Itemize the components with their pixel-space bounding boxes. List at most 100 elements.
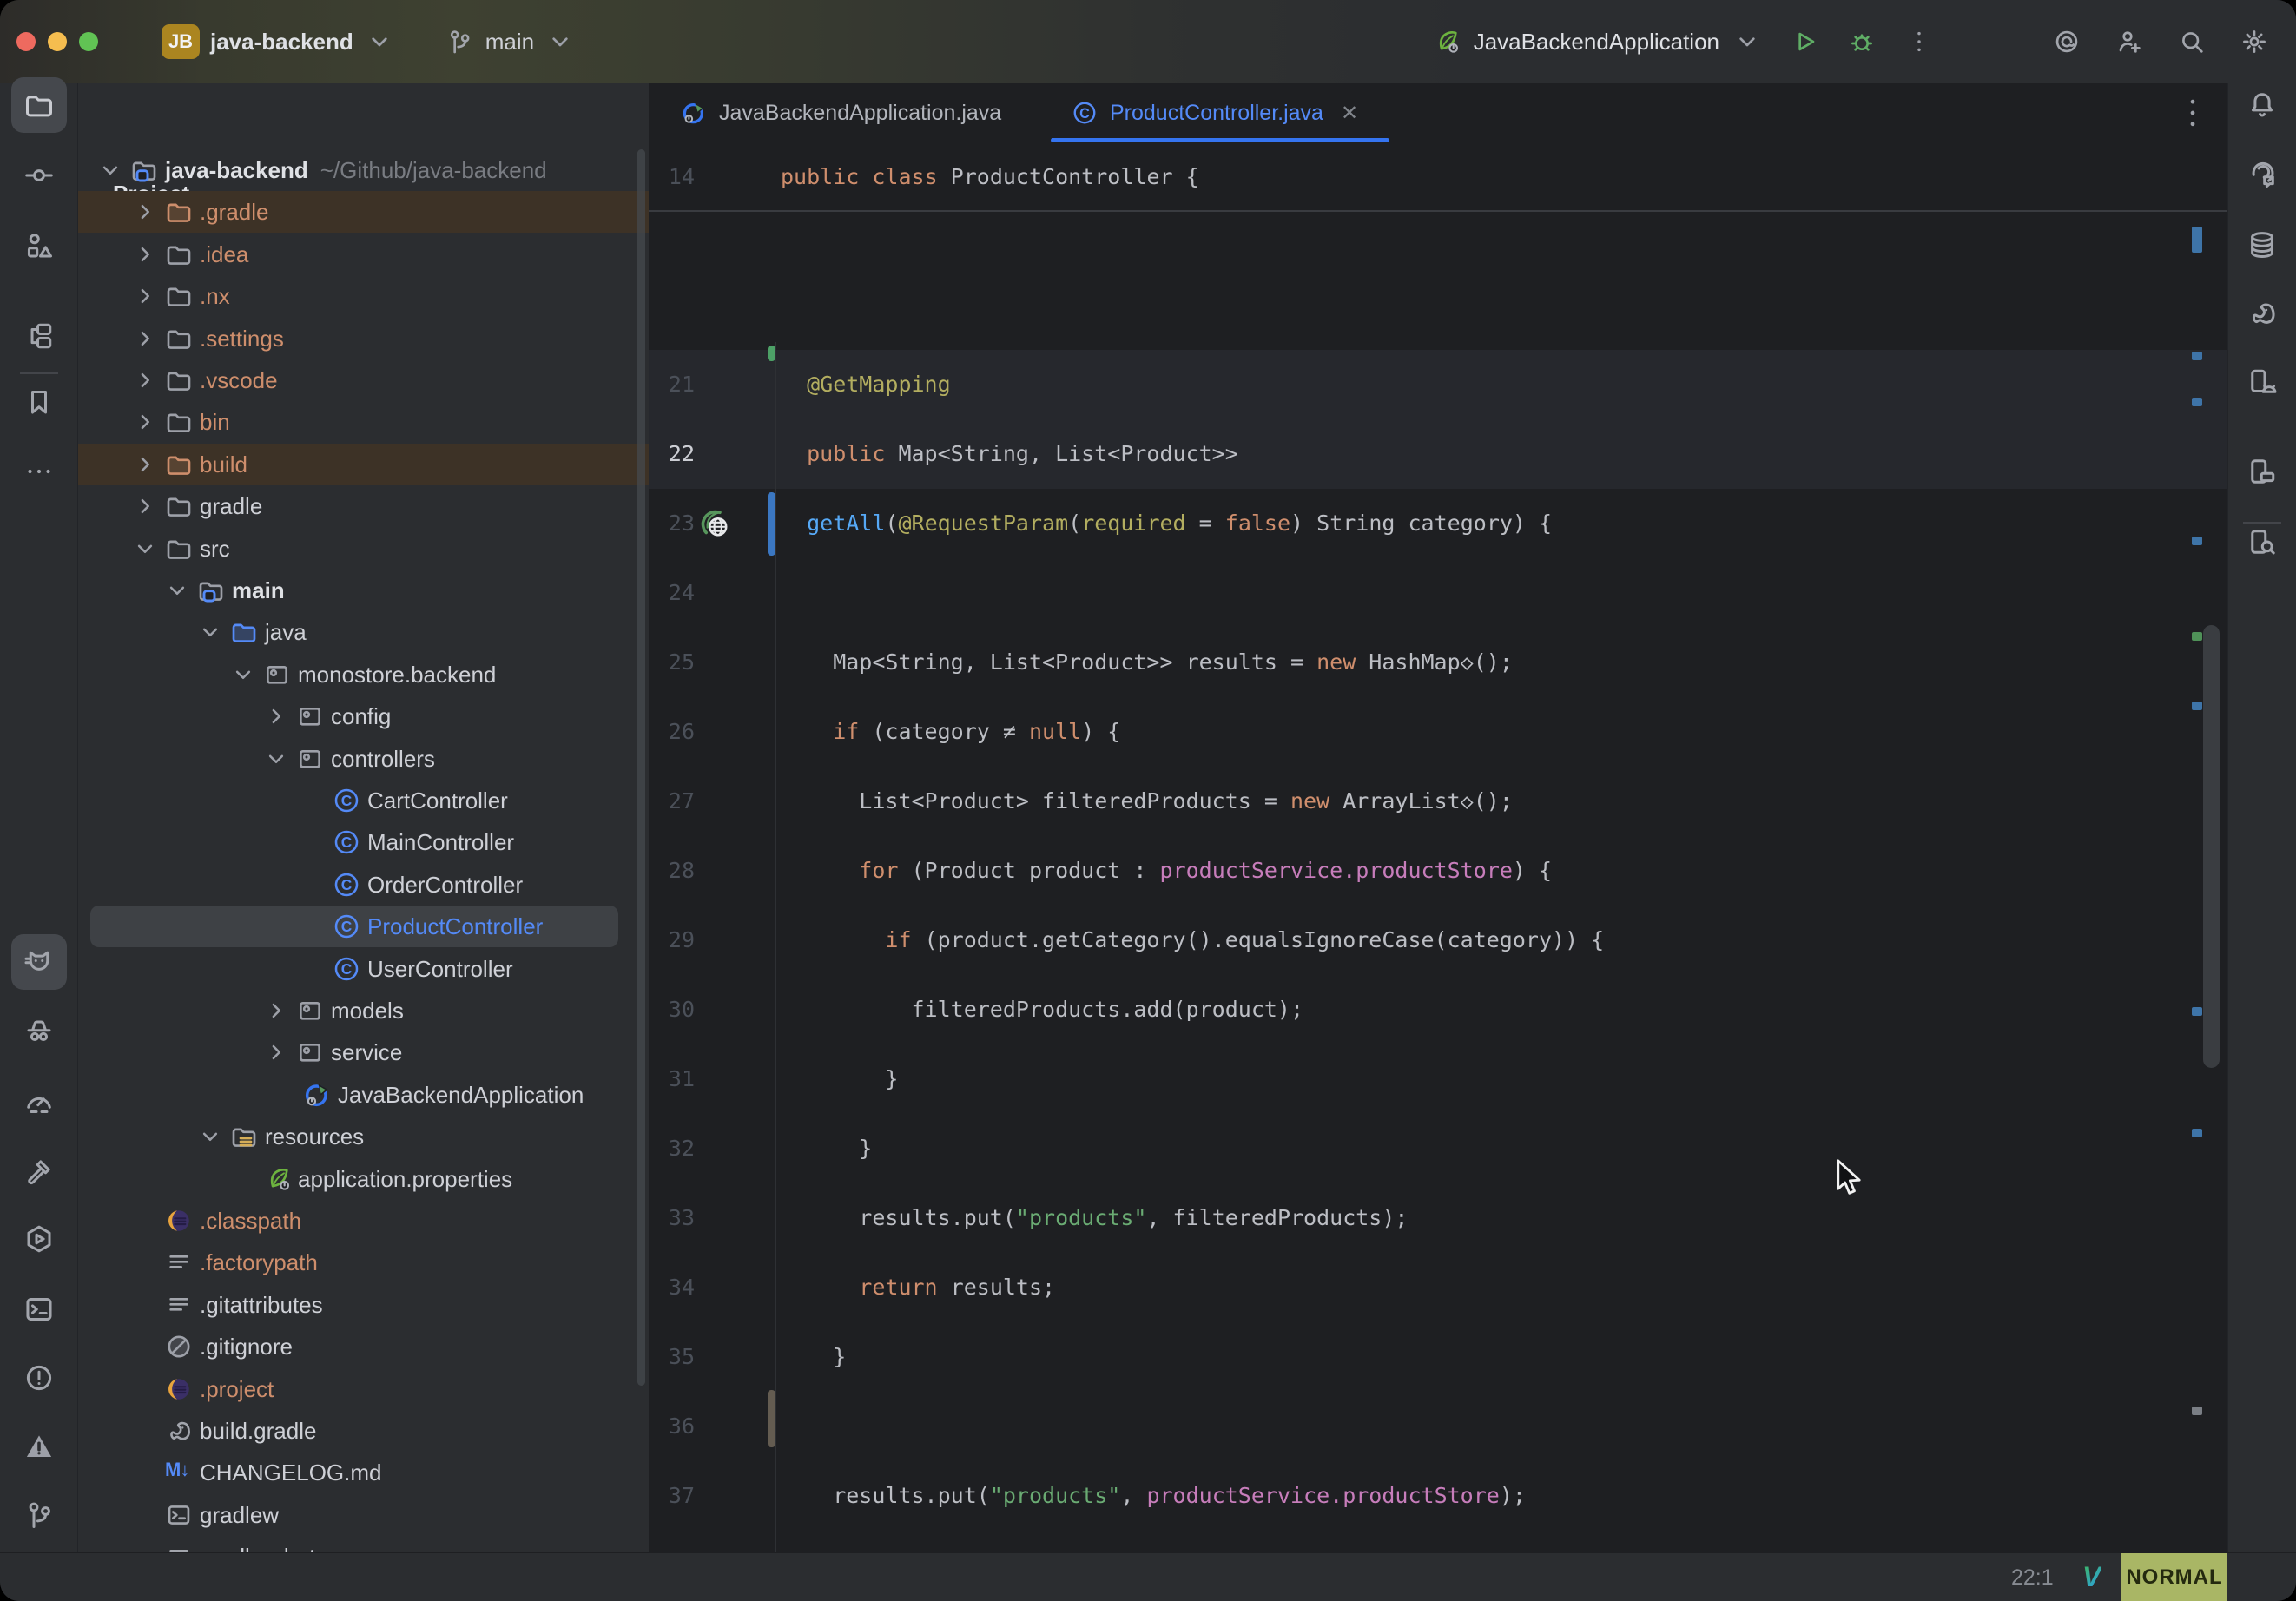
chevron-right-icon[interactable] (263, 703, 289, 729)
request-mapping-globe-icon[interactable] (699, 508, 730, 539)
code-line-28[interactable]: 28for (Product product : productService.… (649, 836, 2227, 906)
tree-item-java[interactable]: java (78, 611, 649, 654)
device-explorer-search-icon[interactable] (2234, 514, 2290, 570)
tree-item-application.properties[interactable]: application.properties (78, 1158, 649, 1201)
tree-item-MainController[interactable]: CMainController (78, 821, 649, 864)
tree-item-OrderController[interactable]: COrderController (78, 864, 649, 906)
code-editor[interactable]: 21@GetMapping22public Map<String, List<P… (649, 212, 2227, 1552)
tab-ProductController.java[interactable]: CProductController.java✕ (1051, 83, 1389, 142)
code-line-33[interactable]: 33results.put("products", filteredProduc… (649, 1183, 2227, 1253)
structure-icon[interactable] (11, 308, 67, 364)
tree-item-models[interactable]: models (78, 990, 649, 1032)
notifications-bell-icon[interactable] (2234, 77, 2290, 133)
search-icon[interactable] (2174, 24, 2209, 59)
chevron-right-icon[interactable] (132, 367, 158, 393)
editor-area[interactable]: JavaBackendApplication.java CProductContr… (649, 83, 2227, 1552)
run-icon[interactable] (1787, 24, 1822, 59)
tree-item-ProductController[interactable]: CProductController (78, 906, 649, 948)
chevron-right-icon[interactable] (263, 1039, 289, 1065)
tree-item-src[interactable]: src (78, 528, 649, 570)
chevron-right-icon[interactable] (263, 998, 289, 1024)
code-line-34[interactable]: 34return results; (649, 1253, 2227, 1322)
minimize-window-button[interactable] (48, 32, 67, 51)
chevron-down-icon[interactable] (164, 577, 190, 603)
chevron-down-icon[interactable] (197, 619, 223, 645)
chevron-right-icon[interactable] (132, 451, 158, 478)
error-stripe-mark[interactable] (2192, 227, 2202, 253)
vcs-added-marker[interactable] (768, 346, 775, 361)
more-horizontal-icon[interactable] (11, 444, 67, 499)
error-stripe-mark[interactable] (2192, 398, 2202, 406)
line-number[interactable]: 24 (649, 558, 695, 628)
tree-item-.gradle[interactable]: .gradle (78, 191, 649, 234)
tree-item-config[interactable]: config (78, 695, 649, 738)
vcs-whitespace-marker[interactable] (768, 1390, 775, 1447)
project-avatar[interactable]: JB (162, 24, 200, 59)
chevron-right-icon[interactable] (132, 199, 158, 225)
tree-item-gradle[interactable]: gradle (78, 485, 649, 528)
error-stripe-mark[interactable] (2192, 1007, 2202, 1016)
chevron-down-icon[interactable] (230, 662, 256, 688)
tree-item-build[interactable]: build (78, 444, 649, 486)
tree-item-.gitignore[interactable]: .gitignore (78, 1326, 649, 1368)
chevron-right-icon[interactable] (132, 283, 158, 309)
tree-item-CHANGELOG.md[interactable]: M↓CHANGELOG.md (78, 1452, 649, 1494)
branch-selector[interactable]: main (442, 24, 577, 59)
tree-item-.idea[interactable]: .idea (78, 234, 649, 276)
code-line-27[interactable]: 27List<Product> filteredProducts = new A… (649, 767, 2227, 836)
more-vertical-icon[interactable] (1902, 24, 1936, 59)
gradle-elephant-icon[interactable] (2234, 286, 2290, 341)
tree-item-.project[interactable]: .project (78, 1368, 649, 1411)
ideavim-icon[interactable]: V (2082, 1553, 2101, 1601)
error-stripe-mark[interactable] (2192, 632, 2202, 641)
plugins-shapes-icon[interactable] (11, 218, 67, 273)
ai-assistant-icon[interactable] (2049, 24, 2084, 59)
code-line-37[interactable]: 37results.put("products", productService… (649, 1461, 2227, 1531)
warnings-triangle-icon[interactable] (11, 1419, 67, 1474)
tree-item-monostore.backend[interactable]: monostore.backend (78, 654, 649, 696)
project-panel-scrollbar[interactable] (637, 149, 645, 1386)
services-hexagon-play-icon[interactable] (11, 1211, 67, 1267)
code-line-30[interactable]: 30filteredProducts.add(product); (649, 975, 2227, 1044)
chevron-right-icon[interactable] (132, 493, 158, 519)
chevron-right-icon[interactable] (132, 409, 158, 435)
code-line-29[interactable]: 29if (product.getCategory().equalsIgnore… (649, 906, 2227, 975)
version-control-branch-icon[interactable] (11, 1487, 67, 1543)
tab-JavaBackendApplication.java[interactable]: JavaBackendApplication.java (660, 83, 1033, 142)
tree-item-.vscode[interactable]: .vscode (78, 359, 649, 402)
error-stripe-mark[interactable] (2192, 537, 2202, 545)
profiler-gauge-icon[interactable] (11, 1075, 67, 1130)
project-folder-icon[interactable] (11, 77, 67, 133)
tree-item-.factorypath[interactable]: .factorypath (78, 1242, 649, 1284)
chevron-right-icon[interactable] (132, 241, 158, 267)
tree-item-.classpath[interactable]: .classpath (78, 1200, 649, 1242)
zoom-window-button[interactable] (79, 32, 98, 51)
commit-icon[interactable] (11, 148, 67, 203)
code-line-36[interactable]: 36 (649, 1392, 2227, 1461)
tree-item-gradlew.bat[interactable]: gradlew.bat (78, 1536, 649, 1552)
project-selector[interactable]: java-backend (210, 24, 397, 59)
code-line-25[interactable]: 25Map<String, List<Product>> results = n… (649, 628, 2227, 697)
device-manager-android-icon[interactable] (2234, 354, 2290, 410)
chevron-down-icon[interactable] (132, 536, 158, 562)
vim-mode-badge[interactable]: NORMAL (2121, 1553, 2227, 1601)
debug-icon[interactable] (1844, 24, 1879, 59)
tree-item-gradlew[interactable]: gradlew (78, 1494, 649, 1537)
incognito-icon[interactable] (11, 1002, 67, 1057)
editor-scrollbar[interactable] (2203, 625, 2220, 1068)
build-hammer-icon[interactable] (11, 1143, 67, 1199)
code-line-35[interactable]: 35} (649, 1322, 2227, 1392)
error-stripe-mark[interactable] (2192, 1129, 2202, 1137)
settings-gear-icon[interactable] (2237, 24, 2272, 59)
chevron-down-icon[interactable] (97, 157, 123, 183)
tree-item-.gitattributes[interactable]: .gitattributes (78, 1284, 649, 1327)
sticky-header-line[interactable]: 14 public class ProductController { (649, 142, 2227, 212)
editor-options-button[interactable] (2174, 94, 2212, 132)
code-line-23[interactable]: 23getAll(@RequestParam(required = false)… (649, 489, 2227, 558)
tree-item-.nx[interactable]: .nx (78, 275, 649, 318)
code-line-26[interactable]: 26if (category ≠ null) { (649, 697, 2227, 767)
database-icon[interactable] (2234, 217, 2290, 273)
code-line-38[interactable]: 38return results; (649, 1531, 2227, 1552)
code-line-24[interactable]: 24 (649, 558, 2227, 628)
error-stripe-mark[interactable] (2192, 352, 2202, 360)
